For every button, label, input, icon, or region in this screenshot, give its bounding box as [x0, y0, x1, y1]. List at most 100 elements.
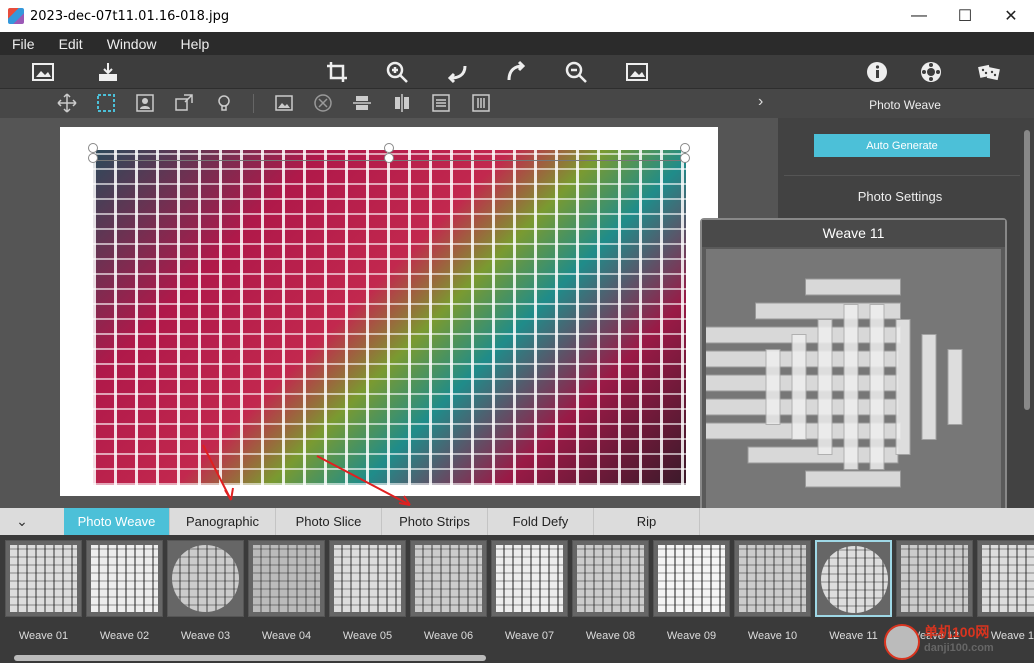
weave-thumbnail[interactable]	[977, 540, 1034, 617]
weave-thumbnail[interactable]	[86, 540, 163, 617]
weave-strip	[805, 278, 901, 296]
tab-photo-slice[interactable]: Photo Slice	[276, 508, 382, 535]
weave-thumbnail[interactable]	[410, 540, 487, 617]
open-image-icon[interactable]	[29, 59, 57, 85]
preview-image	[627, 249, 1001, 525]
watermark: 单机100网 danji100.com	[884, 620, 1034, 663]
resize-handle[interactable]	[384, 153, 394, 163]
thumbnail-label: Weave 06	[423, 630, 474, 642]
resize-handle[interactable]	[680, 153, 690, 163]
thumbnail-label: Weave 03	[180, 630, 231, 642]
weave-thumbnail[interactable]	[329, 540, 406, 617]
thumbnail-pattern	[577, 545, 644, 612]
maximize-button[interactable]: ☐	[942, 0, 988, 32]
tab-rip[interactable]: Rip	[594, 508, 700, 535]
weave-strip	[817, 319, 833, 455]
fit-image-icon[interactable]	[623, 59, 651, 85]
watermark-text: 单机100网	[924, 624, 990, 640]
minimize-button[interactable]: —	[896, 0, 942, 32]
weave-thumbnail[interactable]	[5, 540, 82, 617]
menu-bar: File Edit Window Help	[0, 32, 1034, 55]
light-icon[interactable]	[212, 92, 236, 114]
weave-pattern-preview	[627, 278, 963, 488]
auto-generate-button[interactable]: Auto Generate	[814, 134, 990, 157]
thumbnail-pattern	[821, 546, 888, 613]
thumbnail-label: Weave 01	[18, 630, 69, 642]
weave-thumbnail[interactable]	[248, 540, 325, 617]
thumbnail-label: Weave 08	[585, 630, 636, 642]
thumbnail-label: Weave 10	[747, 630, 798, 642]
menu-file[interactable]: File	[0, 36, 47, 52]
remove-icon[interactable]	[311, 92, 335, 114]
add-image-icon[interactable]	[272, 92, 296, 114]
undo-icon[interactable]	[443, 59, 471, 85]
style-thumbnails: Weave 01 Weave 02 Weave 03 Weave 04 Weave 05…	[0, 535, 1034, 663]
photo-settings-heading: Photo Settings	[857, 189, 943, 204]
panel-title: Photo Weave	[869, 98, 941, 112]
thumbnail-label: Weave 05	[342, 630, 393, 642]
save-icon[interactable]	[94, 59, 122, 85]
weave-strip	[791, 334, 807, 440]
weave-thumbnail[interactable]	[896, 540, 973, 617]
info-icon[interactable]	[863, 59, 891, 85]
transform-icon[interactable]	[172, 92, 196, 114]
chevron-down-icon[interactable]: ⌄	[0, 508, 44, 535]
weave-thumbnail[interactable]	[491, 540, 568, 617]
align-vertical-icon[interactable]	[390, 92, 414, 114]
chevron-right-icon[interactable]: ›	[758, 93, 763, 111]
weave-strip	[843, 304, 859, 470]
weave-strip	[869, 304, 885, 470]
tab-fold-defy[interactable]: Fold Defy	[488, 508, 594, 535]
resize-handle[interactable]	[680, 143, 690, 153]
settings-icon[interactable]	[917, 59, 945, 85]
random-icon[interactable]	[975, 59, 1003, 85]
zoom-out-icon[interactable]	[562, 59, 590, 85]
weave-strip	[947, 349, 963, 425]
tab-panographic[interactable]: Panographic	[170, 508, 276, 535]
weave-thumbnail[interactable]	[734, 540, 811, 617]
tab-photo-strips[interactable]: Photo Strips	[382, 508, 488, 535]
weave-thumbnail[interactable]	[815, 540, 892, 617]
resize-handle[interactable]	[88, 153, 98, 163]
panel-scrollbar[interactable]	[1024, 130, 1030, 410]
align-horizontal-icon[interactable]	[350, 92, 374, 114]
weave-thumbnail[interactable]	[167, 540, 244, 617]
watermark-url: danji100.com	[924, 642, 994, 654]
thumbnail-pattern	[901, 545, 968, 612]
thumbnail-pattern	[253, 545, 320, 612]
app-icon	[8, 8, 24, 24]
move-icon[interactable]	[55, 92, 79, 114]
crop-icon[interactable]	[323, 59, 351, 85]
weave-strip	[895, 319, 911, 455]
close-button[interactable]: ✕	[988, 0, 1034, 32]
thumbnail-pattern	[334, 545, 401, 612]
style-preview-tooltip: Weave 11	[627, 218, 1007, 529]
weave-thumbnail[interactable]	[653, 540, 730, 617]
tab-photo-weave[interactable]: Photo Weave	[64, 508, 170, 535]
frame-icon[interactable]	[133, 92, 157, 114]
thumbnail-pattern	[982, 545, 1034, 612]
menu-window[interactable]: Window	[95, 36, 169, 52]
thumbnail-pattern	[172, 545, 239, 612]
thumbnail-pattern	[10, 545, 77, 612]
columns-icon[interactable]	[469, 92, 493, 114]
thumbnails-scrollbar[interactable]	[14, 655, 486, 661]
toolbar-separator	[253, 94, 254, 113]
preview-title: Weave 11	[702, 220, 1005, 247]
thumbnail-pattern	[415, 545, 482, 612]
title-bar: 2023-dec-07t11.01.16-018.jpg — ☐ ✕	[0, 0, 1034, 32]
thumbnail-label: Weave 09	[666, 630, 717, 642]
main-toolbar	[0, 55, 1034, 89]
weave-photo[interactable]	[93, 150, 686, 485]
weave-thumbnail[interactable]	[572, 540, 649, 617]
zoom-in-icon[interactable]	[383, 59, 411, 85]
menu-edit[interactable]: Edit	[47, 36, 95, 52]
resize-handle[interactable]	[88, 143, 98, 153]
thumbnail-pattern	[91, 545, 158, 612]
distribute-icon[interactable]	[429, 92, 453, 114]
menu-help[interactable]: Help	[168, 36, 221, 52]
select-icon[interactable]	[94, 92, 118, 114]
redo-icon[interactable]	[503, 59, 531, 85]
resize-handle[interactable]	[384, 143, 394, 153]
annotation-arrows	[202, 444, 411, 506]
